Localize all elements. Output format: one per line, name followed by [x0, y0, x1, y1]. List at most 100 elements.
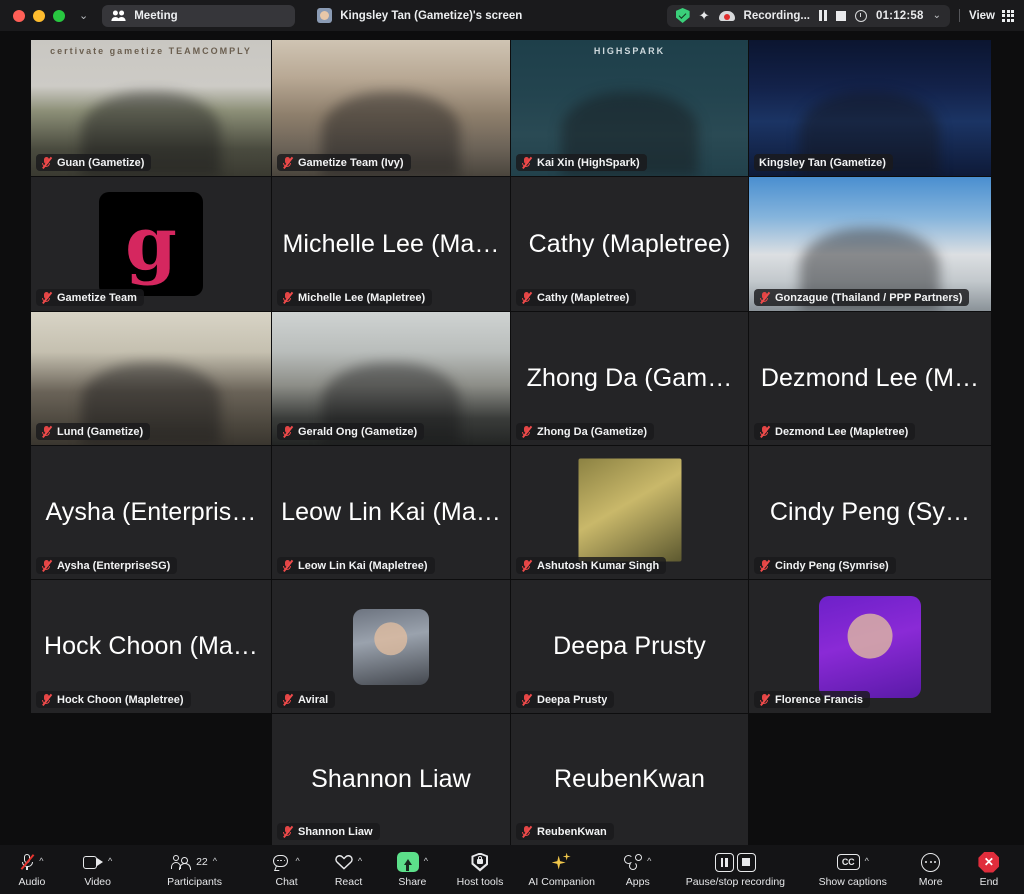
- chevron-up-icon[interactable]: ^: [424, 856, 428, 866]
- chat-bubble-icon[interactable]: [273, 854, 290, 871]
- participant-tile[interactable]: Cathy (Mapletree) Cathy (Mapletree): [511, 177, 748, 311]
- chat-button[interactable]: ^ Chat: [256, 845, 318, 894]
- participant-tile[interactable]: Aysha (Enterpris… Aysha (EnterpriseSG): [31, 446, 271, 579]
- participant-name-label: Michelle Lee (Mapletree): [298, 291, 426, 304]
- microphone-muted-icon: [282, 559, 293, 572]
- participant-tile[interactable]: Leow Lin Kai (Ma… Leow Lin Kai (Mapletree…: [272, 446, 510, 579]
- host-tools-button[interactable]: Host tools: [445, 845, 514, 894]
- end-call-icon[interactable]: ✕: [978, 851, 1000, 873]
- participant-tile[interactable]: Deepa Prusty Deepa Prusty: [511, 580, 748, 713]
- participant-name-label: ReubenKwan: [537, 825, 607, 838]
- meeting-timer: 01:12:58: [875, 9, 924, 22]
- participant-tile[interactable]: Kingsley Tan (Gametize): [749, 40, 991, 176]
- microphone-muted-icon: [759, 291, 770, 304]
- camera-icon[interactable]: [83, 855, 104, 869]
- chevron-up-icon[interactable]: ^: [39, 856, 43, 866]
- participant-nameplate: Gametize Team (Ivy): [277, 154, 411, 171]
- share-screen-icon[interactable]: [396, 852, 419, 872]
- microphone-muted-icon[interactable]: [20, 853, 35, 871]
- stop-icon[interactable]: [736, 852, 756, 872]
- participant-tile[interactable]: Hock Choon (Ma… Hock Choon (Mapletree): [31, 580, 271, 713]
- react-button[interactable]: ^ React: [318, 845, 380, 894]
- participant-tile[interactable]: Zhong Da (Gam… Zhong Da (Gametize): [511, 312, 748, 445]
- recording-status-group[interactable]: ✦ Recording... 01:12:58 ⌄: [666, 4, 950, 27]
- participant-tile[interactable]: Michelle Lee (Ma… Michelle Lee (Mapletree…: [272, 177, 510, 311]
- participant-nameplate: Cathy (Mapletree): [516, 289, 637, 306]
- participant-tile[interactable]: Florence Francis: [749, 580, 991, 713]
- end-button[interactable]: ✕ End: [960, 845, 1018, 894]
- meeting-toolbar: ^ Audio ^ Video 22 ^ Participants ^ Chat…: [0, 845, 1024, 894]
- chevron-up-icon[interactable]: ^: [358, 856, 362, 866]
- participant-tile[interactable]: HIGHSPARK Kai Xin (HighSpark): [511, 40, 748, 176]
- shield-lock-icon[interactable]: [471, 852, 489, 872]
- closed-captions-icon[interactable]: CC: [836, 854, 860, 870]
- avatar: [819, 595, 921, 698]
- participant-tile[interactable]: Shannon Liaw Shannon Liaw: [272, 714, 510, 845]
- microphone-muted-icon: [521, 693, 532, 706]
- participants-button[interactable]: 22 ^ Participants: [149, 845, 239, 894]
- chevron-up-icon[interactable]: ^: [647, 856, 651, 866]
- participant-tile[interactable]: Aviral: [272, 580, 510, 713]
- microphone-muted-icon: [521, 825, 532, 838]
- video-button[interactable]: ^ Video: [64, 845, 132, 894]
- participant-nameplate: Zhong Da (Gametize): [516, 423, 655, 440]
- pause-stop-recording-label: Pause/stop recording: [685, 876, 785, 888]
- ai-companion-button-label: AI Companion: [528, 876, 595, 888]
- window-menu-chevron-icon[interactable]: ⌄: [79, 9, 88, 22]
- banner-overlay-text: HIGHSPARK: [593, 46, 666, 56]
- participant-tile[interactable]: Lund (Gametize): [31, 312, 271, 445]
- clock-icon: [854, 9, 867, 22]
- ai-companion-button[interactable]: AI Companion: [515, 845, 609, 894]
- window-traffic-lights[interactable]: [13, 9, 65, 22]
- chevron-up-icon[interactable]: ^: [865, 856, 869, 866]
- ai-sparkle-icon[interactable]: [551, 852, 572, 872]
- pause-icon[interactable]: [818, 10, 827, 21]
- participant-tile[interactable]: certivate gametize TEAMCOMPLY Guan (Gamet…: [31, 40, 271, 176]
- chevron-up-icon[interactable]: ^: [213, 856, 217, 866]
- participant-name-label: Lund (Gametize): [57, 425, 144, 438]
- show-captions-button[interactable]: CC ^ Show captions: [804, 845, 902, 894]
- participant-name-label: Hock Choon (Mapletree): [57, 693, 184, 706]
- participant-nameplate: Hock Choon (Mapletree): [36, 691, 191, 708]
- pause-stop-recording-icon[interactable]: [714, 852, 756, 872]
- audio-button[interactable]: ^ Audio: [0, 845, 64, 894]
- participant-name-label: Shannon Liaw: [298, 825, 373, 838]
- participant-name-label: Ashutosh Kumar Singh: [537, 559, 660, 572]
- participant-tile[interactable]: Gametize Team (Ivy): [272, 40, 510, 176]
- participants-icon[interactable]: [171, 855, 192, 870]
- participant-tile[interactable]: g Gametize Team: [31, 177, 271, 311]
- share-button[interactable]: ^ Share: [380, 845, 446, 894]
- apps-button[interactable]: ^ Apps: [609, 845, 667, 894]
- participant-tile[interactable]: Gonzague (Thailand / PPP Partners): [749, 177, 991, 311]
- stop-icon[interactable]: [835, 10, 846, 21]
- avatar: [578, 458, 681, 562]
- participant-tile[interactable]: Cindy Peng (Sy… Cindy Peng (Symrise): [749, 446, 991, 579]
- participant-tile[interactable]: ReubenKwan ReubenKwan: [511, 714, 748, 845]
- participant-tile[interactable]: Gerald Ong (Gametize): [272, 312, 510, 445]
- more-ellipsis-icon[interactable]: [921, 852, 941, 872]
- participant-name-label: Gonzague (Thailand / PPP Partners): [775, 291, 963, 304]
- chevron-up-icon[interactable]: ^: [295, 856, 299, 866]
- participant-name-label: Gametize Team: [57, 291, 137, 304]
- meeting-tab[interactable]: Meeting: [102, 4, 296, 27]
- view-button[interactable]: View: [969, 9, 1014, 22]
- maximize-window-button[interactable]: [53, 9, 65, 22]
- end-button-label: End: [979, 876, 999, 888]
- more-button[interactable]: More: [902, 845, 960, 894]
- chevron-up-icon[interactable]: ^: [108, 856, 112, 866]
- ai-sparkle-icon[interactable]: ✦: [699, 9, 710, 22]
- minimize-window-button[interactable]: [33, 9, 45, 22]
- participant-name-label: Kai Xin (HighSpark): [537, 156, 640, 169]
- participant-tile[interactable]: Ashutosh Kumar Singh: [511, 446, 748, 579]
- video-button-label: Video: [84, 876, 111, 888]
- heart-icon[interactable]: [335, 854, 353, 870]
- green-shield-icon[interactable]: [675, 8, 690, 23]
- participant-tile[interactable]: Dezmond Lee (M… Dezmond Lee (Mapletree): [749, 312, 991, 445]
- pause-icon[interactable]: [714, 852, 734, 872]
- close-window-button[interactable]: [13, 9, 25, 22]
- divider: [959, 9, 960, 22]
- chevron-down-icon[interactable]: ⌄: [933, 10, 941, 21]
- apps-icon[interactable]: [624, 854, 643, 870]
- pause-stop-recording-button[interactable]: Pause/stop recording: [667, 845, 804, 894]
- microphone-muted-icon: [41, 693, 52, 706]
